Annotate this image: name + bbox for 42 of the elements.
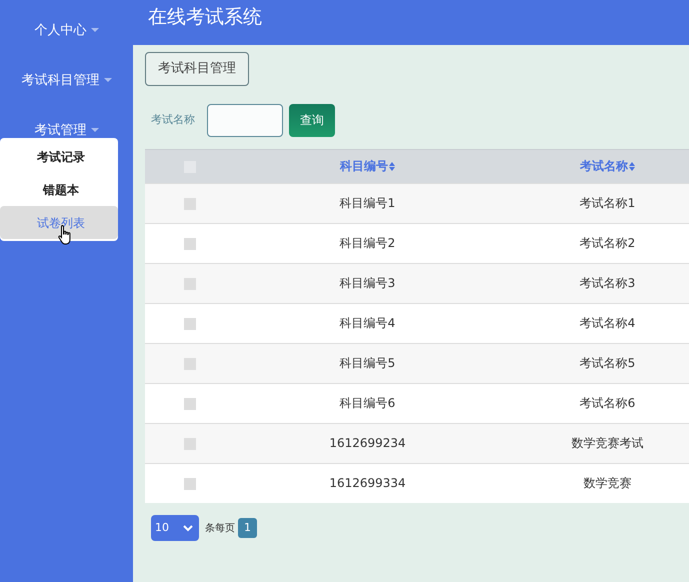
table-cell: 考试名称1 [580,196,636,210]
search-label: 考试名称 [151,112,195,128]
caret-icon [90,128,98,132]
search-button[interactable]: 查询 [289,104,335,136]
table-cell: 1612699234 [329,436,406,450]
section-button[interactable]: 考试科目管理 [145,52,249,86]
row-checkbox[interactable] [184,438,196,450]
row-checkbox[interactable] [184,318,196,330]
table-cell: 考试名称6 [580,396,636,410]
table-cell: 考试名称3 [580,276,636,290]
sort-icon[interactable] [629,162,635,172]
page-size-select[interactable]: 10 [151,515,199,541]
row-checkbox[interactable] [184,238,196,250]
table-cell: 数学竞赛 [584,476,632,490]
row-checkbox[interactable] [184,358,196,370]
row-checkbox[interactable] [184,198,196,210]
caret-icon [90,28,98,32]
table-cell: 1612699334 [329,476,406,490]
table-cell: 科目编号1 [340,196,396,210]
search-field[interactable] [207,104,283,136]
chevron-down-icon[interactable] [183,524,193,532]
table-cell: 科目编号3 [340,276,396,290]
row-checkbox[interactable] [184,398,196,410]
table-cell: 数学竞赛考试 [572,436,644,450]
column-header[interactable]: 考试名称 [580,159,628,173]
page-title: 在线考试系统 [148,6,262,28]
column-header[interactable]: 科目编号 [340,159,388,173]
sidebar-item[interactable]: 考试科目管理 [0,56,133,106]
page-button[interactable]: 1 [238,518,257,538]
sidebar-item[interactable]: 个人中心 [0,6,133,56]
table-cell: 科目编号6 [340,396,396,410]
table-cell: 考试名称5 [580,356,636,370]
table-cell: 考试名称4 [580,316,636,330]
per-page-label: 条每页 [205,522,235,536]
row-checkbox[interactable] [184,278,196,290]
row-checkbox[interactable] [184,478,196,490]
sort-icon[interactable] [389,162,395,172]
table-cell: 科目编号2 [340,236,396,250]
table-cell: 科目编号4 [340,316,396,330]
table-cell: 考试名称2 [580,236,636,250]
table-cell: 科目编号5 [340,356,396,370]
caret-icon [104,78,112,82]
